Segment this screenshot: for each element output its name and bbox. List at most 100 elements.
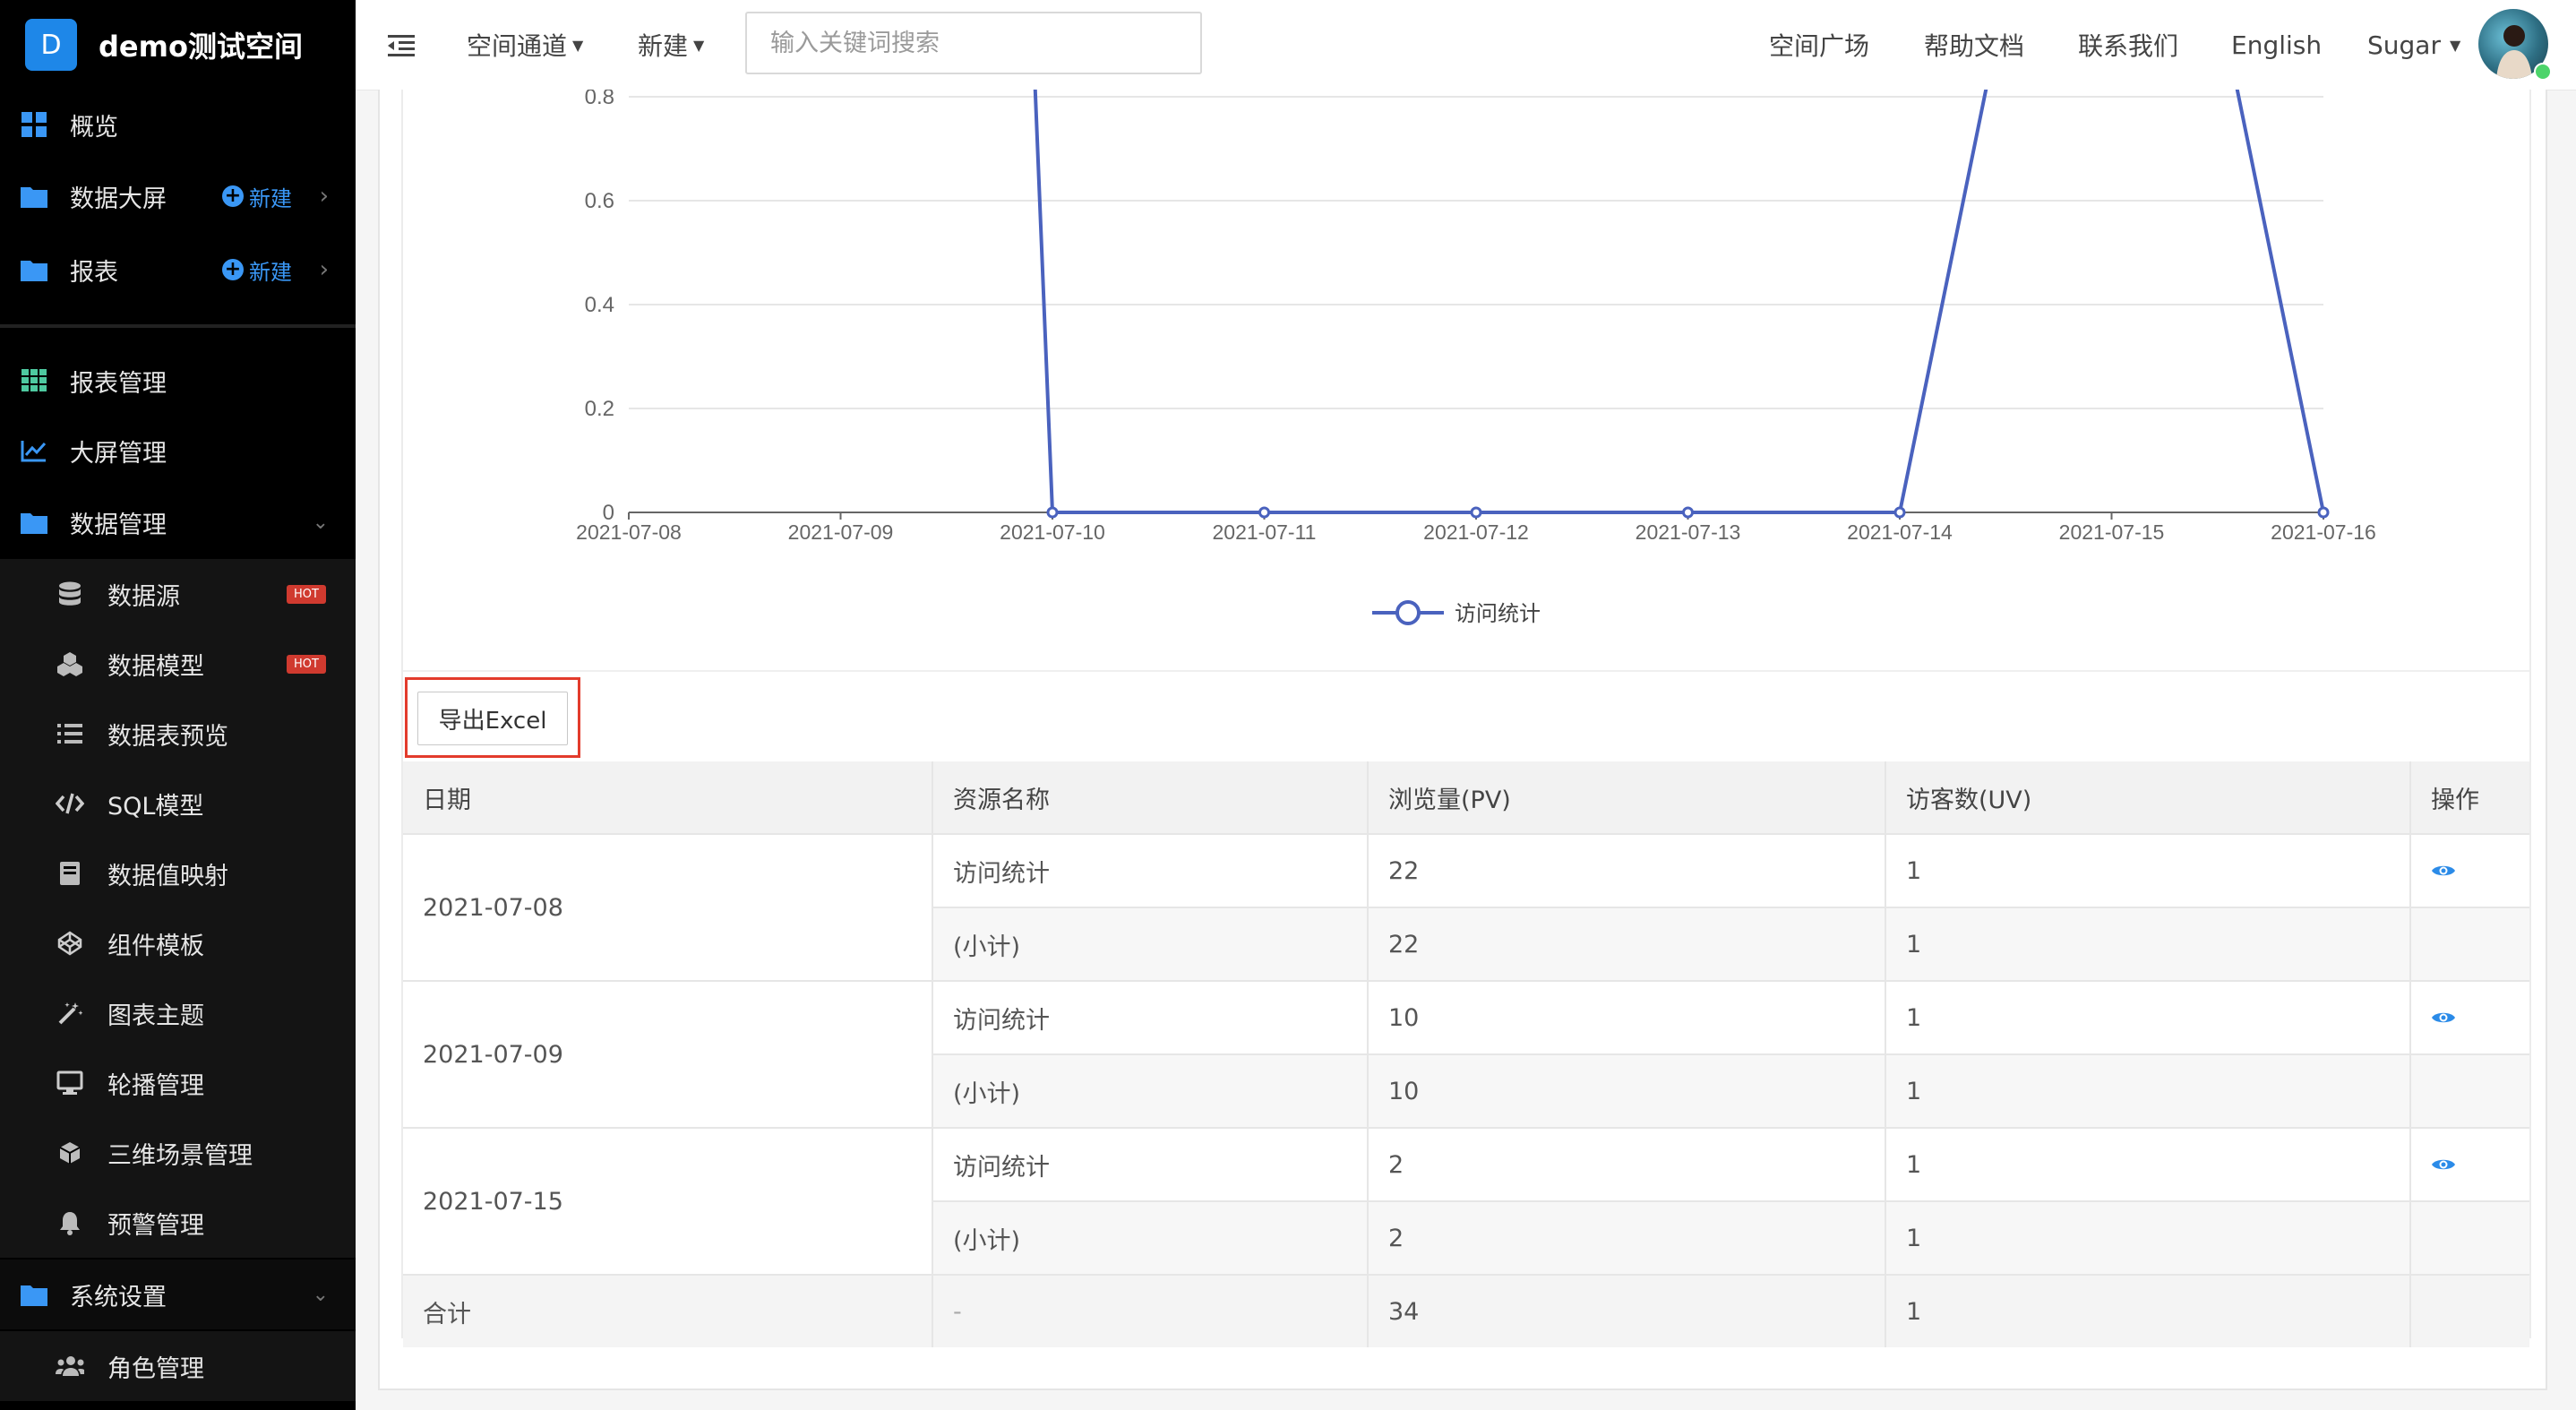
sidebar-item-label: 数据表预览 bbox=[107, 722, 228, 751]
help-docs-label: 帮助文档 bbox=[1924, 31, 2025, 61]
sidebar-item-3d-scene[interactable]: 三维场景管理 bbox=[0, 1118, 356, 1188]
folder-icon bbox=[20, 1280, 48, 1309]
hot-badge: HOT bbox=[287, 654, 326, 674]
sidebar-item-label: 轮播管理 bbox=[107, 1071, 204, 1100]
y-tick-label: 0.2 bbox=[585, 397, 614, 421]
column-header-pv: 浏览量(PV) bbox=[1368, 761, 1886, 834]
help-docs-link[interactable]: 帮助文档 bbox=[1924, 0, 2024, 90]
new-dropdown[interactable]: 新建 ▼ bbox=[638, 0, 704, 90]
sidebar-item-sql-model[interactable]: SQL模型 bbox=[0, 769, 356, 838]
action-cell bbox=[2410, 1127, 2529, 1201]
code-icon bbox=[56, 789, 84, 818]
x-tick-label: 2021-07-14 bbox=[1847, 520, 1953, 544]
x-tick-label: 2021-07-11 bbox=[1213, 520, 1317, 544]
action-cell bbox=[2410, 1053, 2529, 1128]
sidebar-item-alert[interactable]: 预警管理 bbox=[0, 1188, 356, 1258]
sidebar-item-roles[interactable]: 角色管理 bbox=[0, 1331, 356, 1401]
new-dropdown-label: 新建 bbox=[638, 31, 689, 61]
caret-down-icon: ▼ bbox=[572, 36, 584, 54]
users-icon bbox=[56, 1352, 84, 1380]
table-row: 2021-07-08 访问统计 22 1 bbox=[403, 833, 2529, 981]
eye-icon[interactable] bbox=[2431, 1151, 2456, 1179]
action-cell bbox=[2410, 1274, 2529, 1347]
sidebar-item-system-settings[interactable]: 系统设置 ⌄ bbox=[0, 1260, 356, 1329]
sidebar-item-label: 报表管理 bbox=[70, 369, 167, 398]
column-header-action: 操作 bbox=[2410, 761, 2529, 834]
sidebar-item-label: 图表主题 bbox=[107, 1002, 204, 1030]
sidebar-item-table-preview[interactable]: 数据表预览 bbox=[0, 699, 356, 769]
export-excel-button[interactable]: 导出Excel bbox=[417, 692, 568, 745]
uv-cell: 1 bbox=[1885, 833, 2411, 907]
brand-title: demo测试空间 bbox=[99, 30, 303, 64]
table-row: 2021-07-09 访问统计 10 1 bbox=[403, 980, 2529, 1128]
new-report-button[interactable]: + 新建 bbox=[222, 254, 292, 286]
sidebar-item-value-mapping[interactable]: 数据值映射 bbox=[0, 838, 356, 908]
sidebar-item-label: 三维场景管理 bbox=[107, 1141, 253, 1170]
user-menu[interactable]: Sugar ▼ bbox=[2367, 0, 2460, 90]
space-channel-dropdown[interactable]: 空间通道 ▼ bbox=[467, 0, 583, 90]
resource-cell: (小计) bbox=[932, 907, 1369, 981]
sidebar-divider bbox=[0, 324, 356, 328]
uv-cell: 1 bbox=[1885, 1200, 2411, 1275]
pv-cell: 10 bbox=[1368, 980, 1886, 1054]
sidebar-item-overview[interactable]: 概览 bbox=[0, 90, 356, 159]
sidebar-item-label: 报表 bbox=[70, 258, 118, 287]
resource-cell: (小计) bbox=[932, 1053, 1369, 1128]
sidebar-item-label: 数据值映射 bbox=[107, 862, 228, 890]
x-tick-label: 2021-07-10 bbox=[1000, 520, 1105, 544]
pv-cell: 34 bbox=[1368, 1274, 1886, 1347]
resource-cell: - bbox=[932, 1274, 1369, 1347]
resource-cell: 访问统计 bbox=[932, 1127, 1369, 1201]
new-label: 新建 bbox=[249, 185, 292, 211]
language-switch[interactable]: English bbox=[2231, 0, 2322, 90]
visit-line-chart: 00.20.40.60.82021-07-08 2021-07-09 2021-07… bbox=[576, 90, 2376, 626]
chart-separator bbox=[403, 670, 2529, 672]
plus-circle-icon: + bbox=[222, 259, 244, 280]
brand[interactable]: D demo测试空间 bbox=[0, 0, 356, 90]
stats-table: 日期 资源名称 浏览量(PV) 访客数(UV) 操作 2021-07-08 访问… bbox=[403, 761, 2529, 1347]
x-tick-label: 2021-07-09 bbox=[788, 520, 894, 544]
date-cell: 2021-07-08 bbox=[403, 833, 933, 981]
sidebar-item-datasource[interactable]: 数据源 HOT bbox=[0, 559, 356, 629]
sidebar-item-data-model[interactable]: 数据模型 HOT bbox=[0, 629, 356, 699]
sidebar-item-chart-theme[interactable]: 图表主题 bbox=[0, 978, 356, 1048]
sidebar-item-label: SQL模型 bbox=[107, 792, 204, 821]
sidebar-item-label: 数据源 bbox=[107, 582, 180, 611]
sidebar: D demo测试空间 概览 数据大屏 + 新建 › 报表 + 新建 › 报表管理 大… bbox=[0, 0, 356, 1410]
list-icon bbox=[56, 719, 84, 748]
pv-cell: 2 bbox=[1368, 1200, 1886, 1275]
plus-circle-icon: + bbox=[222, 185, 244, 207]
caret-down-icon: ▼ bbox=[2449, 36, 2461, 54]
new-screen-button[interactable]: + 新建 bbox=[222, 181, 292, 212]
pv-cell: 22 bbox=[1368, 907, 1886, 981]
eye-icon[interactable] bbox=[2431, 1004, 2456, 1032]
action-cell bbox=[2410, 833, 2529, 907]
x-tick-label: 2021-07-15 bbox=[2059, 520, 2165, 544]
collapse-sidebar-icon[interactable] bbox=[388, 0, 415, 90]
table-row-total: 合计 - 34 1 bbox=[403, 1274, 2529, 1347]
sidebar-item-carousel[interactable]: 轮播管理 bbox=[0, 1048, 356, 1118]
sidebar-item-component-template[interactable]: 组件模板 bbox=[0, 908, 356, 978]
space-plaza-link[interactable]: 空间广场 bbox=[1769, 0, 1869, 90]
sidebar-item-screen-management[interactable]: 大屏管理 bbox=[0, 416, 356, 486]
codepen-icon bbox=[56, 929, 84, 958]
search-input[interactable] bbox=[745, 12, 1202, 74]
x-tick-label: 2021-07-13 bbox=[1636, 520, 1741, 544]
sidebar-item-report-management[interactable]: 报表管理 bbox=[0, 346, 356, 416]
sidebar-item-reports[interactable]: 报表 + 新建 › bbox=[0, 235, 356, 305]
contact-us-link[interactable]: 联系我们 bbox=[2078, 0, 2178, 90]
legend-label: 访问统计 bbox=[1455, 601, 1541, 626]
data-point bbox=[2317, 506, 2330, 519]
action-cell bbox=[2410, 1200, 2529, 1275]
magic-wand-icon bbox=[56, 999, 84, 1027]
sidebar-item-screens[interactable]: 数据大屏 + 新建 › bbox=[0, 161, 356, 231]
sidebar-item-data-management[interactable]: 数据管理 ⌄ bbox=[0, 487, 356, 557]
pv-cell: 10 bbox=[1368, 1053, 1886, 1128]
column-header-resource: 资源名称 bbox=[932, 761, 1369, 834]
sidebar-item-label: 预警管理 bbox=[107, 1211, 204, 1240]
eye-icon[interactable] bbox=[2431, 857, 2456, 885]
chevron-down-icon: ⌄ bbox=[312, 511, 329, 534]
brand-logo: D bbox=[25, 19, 77, 71]
uv-cell: 1 bbox=[1885, 980, 2411, 1054]
column-header-uv: 访客数(UV) bbox=[1885, 761, 2411, 834]
